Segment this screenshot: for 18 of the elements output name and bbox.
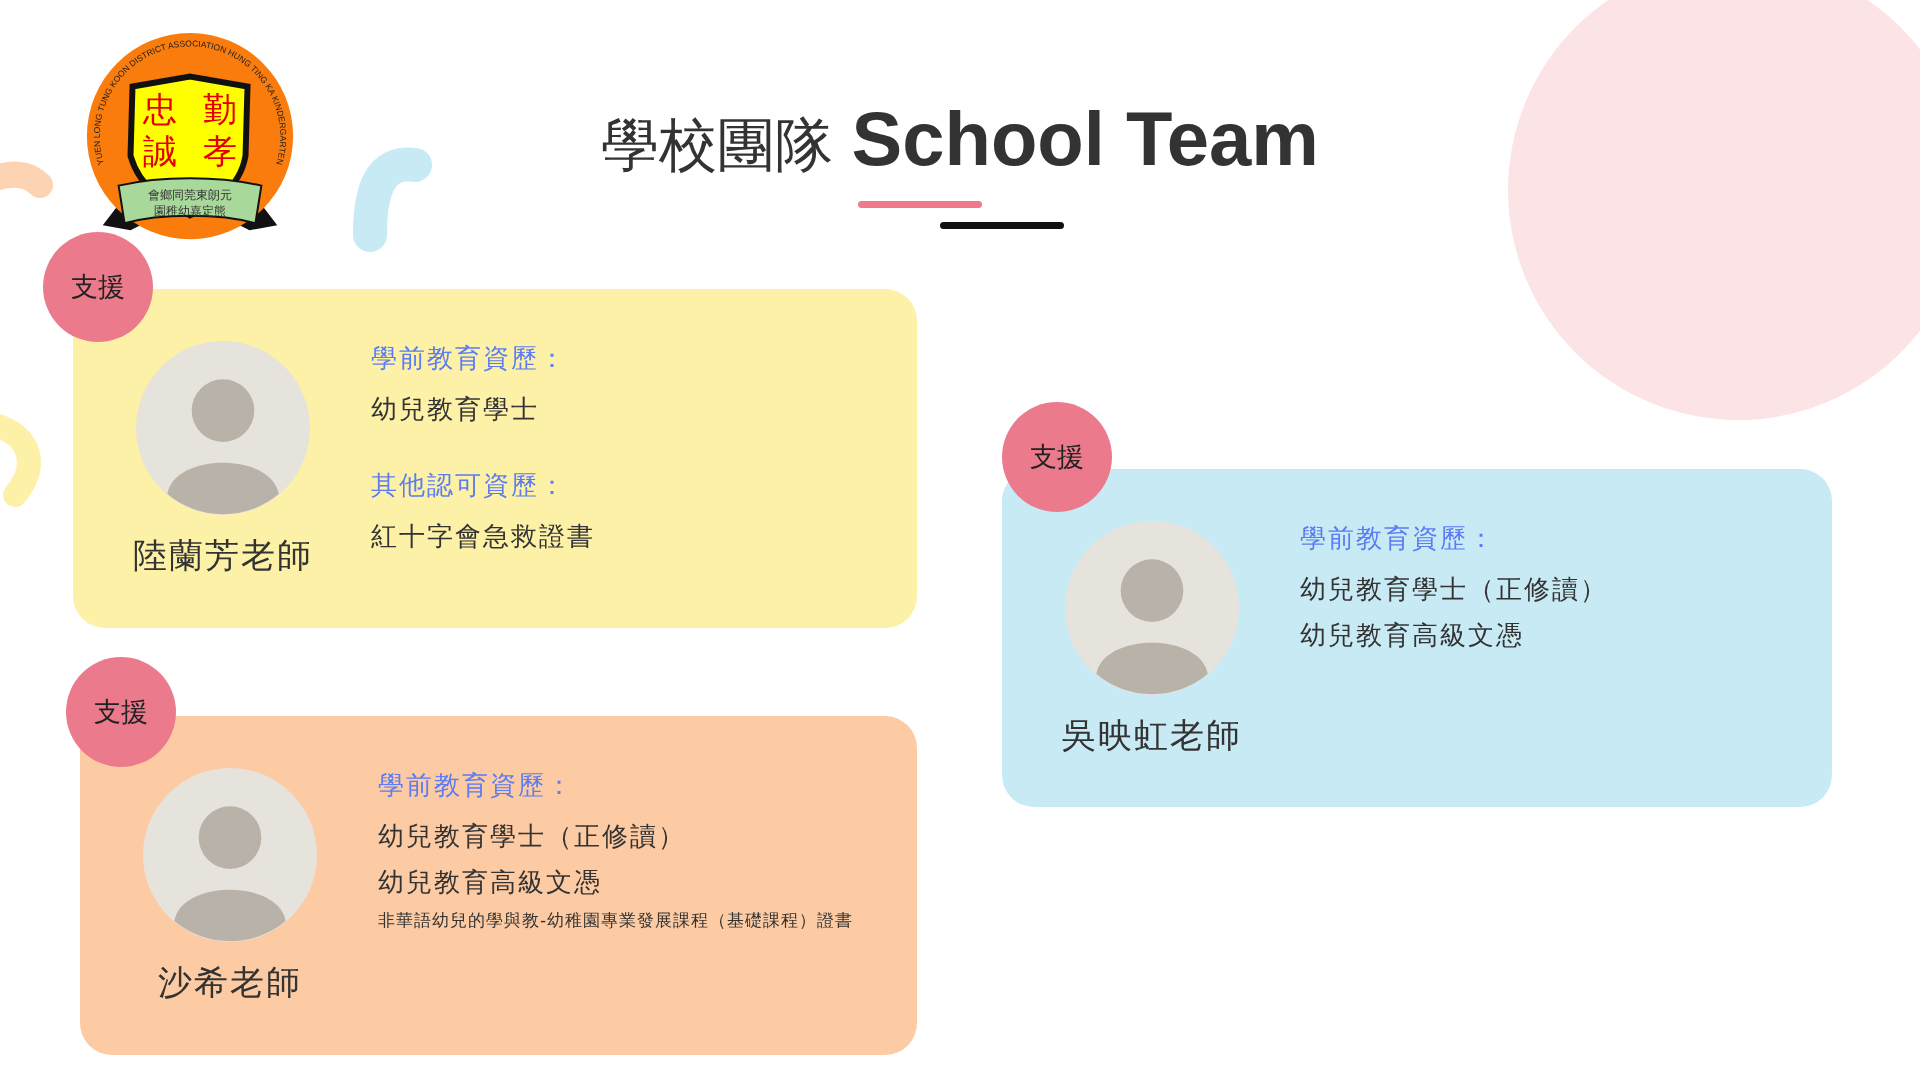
qualification-text: 幼兒教育高級文憑 — [1300, 619, 1525, 652]
qualification-text: 紅十字會急救證書 — [371, 520, 595, 553]
qualification-text: 非華語幼兒的學與教-幼稚園專業發展課程（基礎課程）證書 — [378, 909, 854, 932]
role-badge: 支援 — [66, 657, 176, 767]
teacher-name: 陸蘭芳老師 — [133, 534, 313, 577]
qualification-heading: 其他認可資歷： — [371, 469, 568, 502]
qualification-text: 幼兒教育學士 — [371, 393, 540, 426]
qualification-heading: 學前教育資歷： — [1300, 522, 1497, 555]
qualification-text: 幼兒教育學士（正修讀） — [1300, 573, 1608, 606]
qualification-heading: 學前教育資歷： — [371, 342, 568, 375]
role-badge: 支援 — [43, 232, 153, 342]
page-title: 學校團隊 School Team — [601, 95, 1319, 183]
teacher-name: 吳映虹老師 — [1062, 714, 1242, 757]
role-badge: 支援 — [1002, 402, 1112, 512]
qualification-text: 幼兒教育學士（正修讀） — [378, 820, 687, 853]
qualification-heading: 學前教育資歷： — [378, 769, 575, 802]
teacher-name: 沙希老師 — [158, 961, 302, 1004]
qualification-text: 幼兒教育高級文憑 — [378, 866, 603, 899]
